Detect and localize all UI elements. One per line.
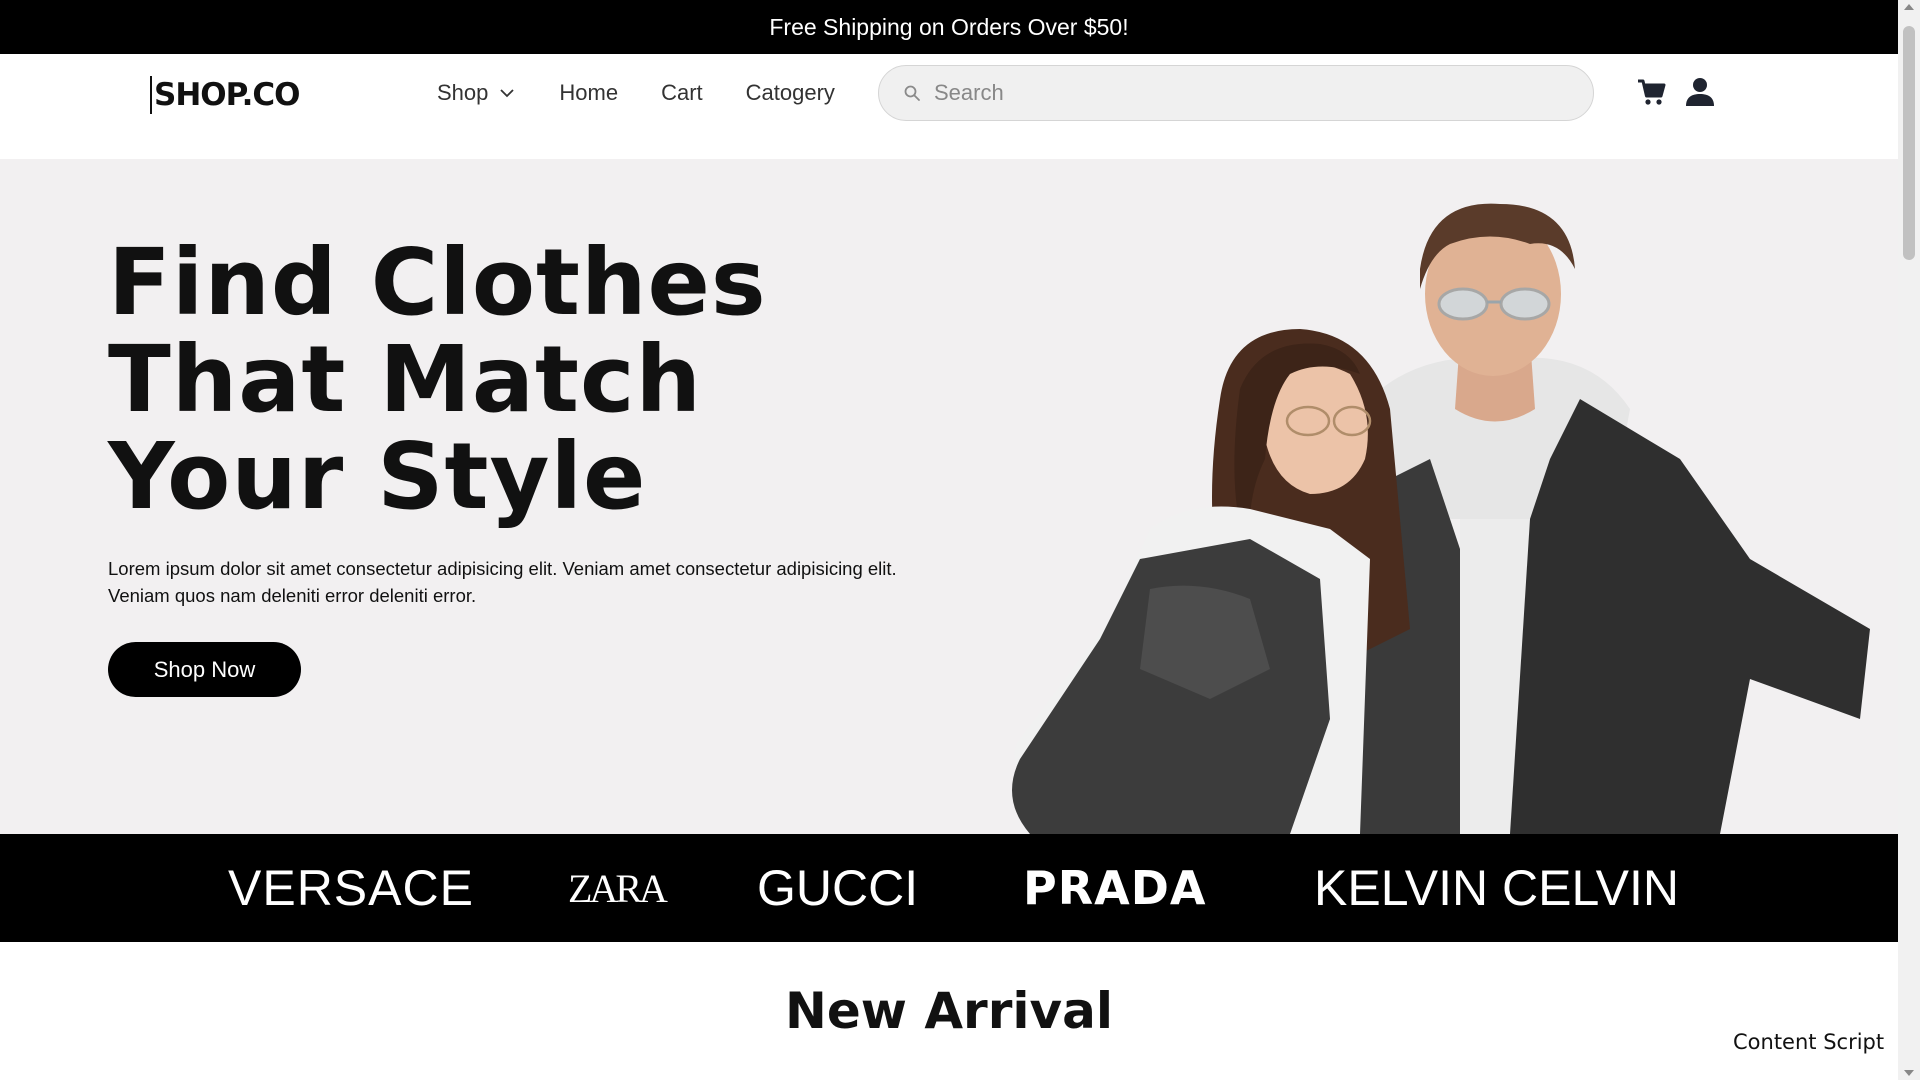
brand-logo-zara: ZARA bbox=[568, 865, 668, 911]
nav-item-label: Catogery bbox=[745, 80, 835, 105]
cart-icon[interactable] bbox=[1636, 76, 1668, 108]
search-bar[interactable] bbox=[878, 65, 1594, 121]
brand-logo-versace: VERSACE bbox=[228, 860, 474, 916]
site-header: SHOP.CO Shop Home Cart Catogery bbox=[0, 54, 1898, 159]
new-arrival-heading: New Arrival bbox=[785, 982, 1113, 1040]
shop-now-button[interactable]: Shop Now bbox=[108, 642, 301, 697]
hero-couple-image bbox=[1012, 203, 1870, 834]
brand-logo-prada: PRADA bbox=[1023, 861, 1207, 915]
brand-logo-kelvin-celvin: KELVIN CELVIN bbox=[1314, 860, 1679, 916]
page-scrollbar[interactable] bbox=[1898, 0, 1920, 1080]
nav-item-home[interactable]: Home bbox=[559, 80, 618, 106]
hero-title: Find Clothes That Match Your Style bbox=[108, 234, 868, 525]
scroll-up-arrow-icon[interactable] bbox=[1904, 4, 1914, 10]
hero-description: Lorem ipsum dolor sit amet consectetur a… bbox=[108, 558, 897, 606]
nav-item-label: Cart bbox=[661, 80, 703, 105]
hero-title-line: That Match bbox=[108, 326, 702, 433]
announcement-bar: Free Shipping on Orders Over $50! bbox=[0, 0, 1898, 54]
content-script-label: Content Script bbox=[1733, 1030, 1885, 1054]
search-icon bbox=[904, 85, 920, 101]
hero-section: Find Clothes That Match Your Style Lorem… bbox=[0, 159, 1898, 834]
nav-item-cart[interactable]: Cart bbox=[661, 80, 703, 106]
scroll-down-arrow-icon[interactable] bbox=[1904, 1070, 1914, 1076]
hero-title-line: Find Clothes bbox=[108, 229, 767, 336]
hero-title-line: Your Style bbox=[108, 423, 647, 530]
nav-item-shop[interactable]: Shop bbox=[437, 80, 516, 106]
nav-item-label: Home bbox=[559, 80, 619, 105]
brand-logo-gucci: GUCCI bbox=[757, 860, 919, 916]
announcement-text: Free Shipping on Orders Over $50! bbox=[769, 13, 1129, 40]
logo[interactable]: SHOP.CO bbox=[150, 76, 301, 114]
chevron-down-icon bbox=[500, 89, 515, 98]
user-icon[interactable] bbox=[1684, 76, 1716, 108]
search-input[interactable] bbox=[934, 80, 1534, 106]
brands-bar: VERSACE ZARA GUCCI PRADA KELVIN CELVIN bbox=[0, 834, 1898, 942]
scrollbar-thumb[interactable] bbox=[1903, 26, 1915, 260]
nav-item-category[interactable]: Catogery bbox=[746, 80, 835, 106]
main-nav: Shop Home Cart Catogery bbox=[437, 54, 878, 132]
nav-item-label: Shop bbox=[437, 80, 489, 105]
